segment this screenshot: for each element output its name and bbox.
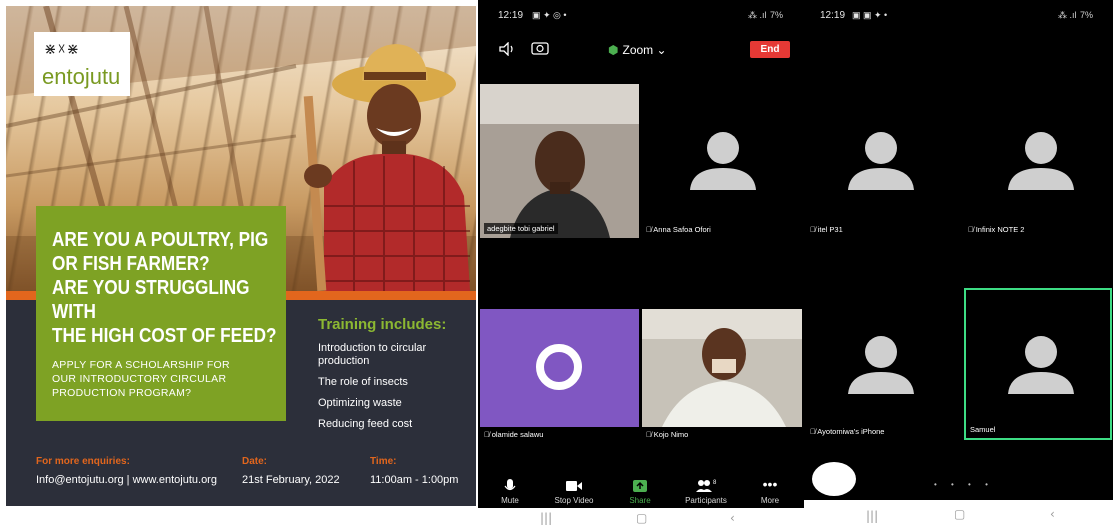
signal-icon: ⁂ .ıl: [1058, 10, 1077, 20]
status-icons: ▣ ▣ ✦ •: [852, 10, 888, 20]
active-speaker-tile[interactable]: Samuel: [964, 288, 1112, 440]
muted-mic-icon: 🎙̸: [810, 427, 816, 436]
more-button[interactable]: ••• More: [740, 476, 800, 505]
home-icon[interactable]: ▢: [636, 511, 647, 525]
training-item: The role of insects: [318, 376, 408, 388]
farmer-photo: [303, 44, 470, 291]
participant-video-feed: [642, 309, 802, 427]
participant-tile[interactable]: 🎙̸ Ayotomiwa's iPhone: [806, 288, 956, 440]
avatar-placeholder-icon: [848, 132, 914, 190]
mic-icon: [504, 479, 516, 491]
speaker-icon[interactable]: [498, 42, 516, 56]
share-button[interactable]: Share: [610, 478, 670, 505]
training-item: Reducing feed cost: [318, 418, 413, 430]
page-indicator-dots: • • • •: [934, 480, 994, 489]
insect-logo-icon: ⋇☓⋇: [44, 40, 81, 58]
zoom-phone-screen-2: 12:19 ▣ ▣ ✦ • ⁂ .ıl 7% 🎙̸ itel P31 🎙̸ In…: [804, 0, 1113, 527]
event-poster: ⋇☓⋇ entojutu ARE YOU A POULTRY, PIG OR F…: [6, 6, 476, 506]
android-nav-bar: ||| ▢ ‹: [478, 508, 804, 527]
participant-label-row: 🎙̸ Kojo Nimo: [642, 427, 802, 443]
muted-mic-icon: 🎙̸: [968, 225, 974, 234]
participant-video-tile[interactable]: adegbite tobi gabriel: [480, 84, 639, 238]
meeting-title-dropdown[interactable]: ⬢ Zoom ⌄: [608, 43, 667, 57]
muted-mic-icon: 🎙̸: [484, 430, 490, 439]
avatar-placeholder-icon: [1008, 132, 1074, 190]
logo-wordmark: entojutu: [42, 64, 121, 89]
participants-icon: 8: [696, 480, 717, 492]
participant-name: Samuel: [970, 425, 996, 434]
floating-capture-button[interactable]: [812, 462, 856, 496]
training-list: Introduction to circular production The …: [318, 342, 468, 439]
avatar-placeholder-icon: [1008, 336, 1074, 394]
battery-level: 7%: [770, 10, 784, 20]
training-item: Introduction to circular production: [318, 342, 427, 367]
avatar-placeholder-icon: [690, 132, 756, 190]
status-time: 12:19: [820, 10, 846, 21]
end-meeting-button[interactable]: End: [750, 41, 790, 58]
more-icon: •••: [762, 476, 778, 492]
signal-icon: ⁂ .ıl: [748, 10, 767, 20]
chevron-down-icon: ⌄: [656, 43, 667, 57]
participant-initial-avatar: [536, 344, 582, 390]
participant-tile[interactable]: 🎙̸ itel P31: [806, 84, 956, 238]
scholarship-subtext: APPLY FOR A SCHOLARSHIP FOR OUR INTRODUC…: [52, 359, 230, 399]
svg-text:8: 8: [713, 480, 717, 486]
participant-name: 🎙̸ itel P31: [810, 225, 843, 234]
enquiries-value: Info@entojutu.org | www.entojutu.org: [36, 474, 217, 486]
status-icons: ▣ ✦ ◎ •: [532, 10, 567, 20]
recent-apps-icon[interactable]: |||: [866, 509, 878, 523]
shield-icon: ⬢: [608, 43, 619, 57]
time-label: Time:: [370, 456, 397, 467]
date-label: Date:: [242, 456, 268, 467]
recent-apps-icon[interactable]: |||: [540, 511, 552, 525]
status-time: 12:19: [498, 10, 524, 21]
muted-mic-icon: 🎙̸: [810, 225, 816, 234]
participant-name: 🎙̸ Kojo Nimo: [646, 430, 689, 439]
participant-name: 🎙̸ Infinix NOTE 2: [968, 225, 1025, 234]
switch-camera-icon[interactable]: [530, 40, 550, 56]
stop-video-button[interactable]: Stop Video: [544, 478, 604, 505]
battery-level: 7%: [1080, 10, 1094, 20]
headline: ARE YOU A POULTRY, PIG OR FISH FARMER? A…: [52, 229, 277, 347]
participant-tile[interactable]: 🎙̸ Infinix NOTE 2: [964, 84, 1112, 238]
entojutu-logo: ⋇☓⋇ entojutu: [34, 32, 130, 96]
participant-name: 🎙̸ olamide salawu: [484, 430, 544, 439]
mute-button[interactable]: Mute: [480, 478, 540, 505]
meeting-toolbar: Mute Stop Video Share 8 Participants •••…: [478, 476, 804, 508]
avatar-placeholder-icon: [848, 336, 914, 394]
home-icon[interactable]: ▢: [954, 507, 965, 521]
video-icon: [566, 481, 582, 491]
muted-mic-icon: 🎙̸: [646, 430, 652, 439]
participants-button[interactable]: 8 Participants: [676, 478, 736, 505]
participant-video-feed: [480, 84, 639, 238]
back-icon[interactable]: ‹: [730, 511, 735, 525]
date-value: 21st February, 2022: [242, 474, 340, 486]
zoom-phone-screen-1: 12:19 ▣ ✦ ◎ • ⁂ .ıl 7% ⬢ Zoom ⌄ End adegb…: [478, 0, 804, 527]
training-title: Training includes:: [318, 316, 447, 333]
enquiries-label: For more enquiries:: [36, 456, 130, 467]
android-nav-bar: ||| ▢ ‹: [804, 500, 1113, 527]
muted-mic-icon: 🎙̸: [646, 225, 652, 234]
headline-panel: ARE YOU A POULTRY, PIG OR FISH FARMER? A…: [36, 206, 286, 421]
training-item: Optimizing waste: [318, 397, 402, 409]
share-icon: [633, 480, 647, 492]
participant-name: adegbite tobi gabriel: [484, 223, 558, 234]
participant-name: 🎙̸ Ayotomiwa's iPhone: [810, 427, 885, 436]
back-icon[interactable]: ‹: [1050, 507, 1055, 521]
participant-tile[interactable]: 🎙̸ Anna Safoa Ofori: [642, 84, 802, 238]
participant-label-row: 🎙̸ olamide salawu: [480, 427, 639, 443]
participant-name: 🎙̸ Anna Safoa Ofori: [646, 225, 711, 234]
time-value: 11:00am - 1:00pm: [370, 474, 459, 486]
participant-video-tile[interactable]: [642, 309, 802, 427]
participant-tile[interactable]: [480, 309, 639, 427]
